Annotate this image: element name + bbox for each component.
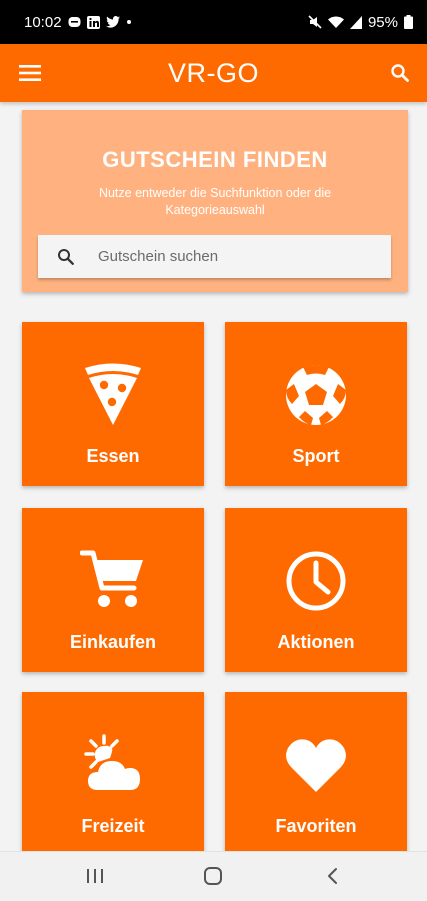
shopping-cart-icon [80, 550, 143, 607]
recent-apps-icon[interactable] [84, 866, 106, 886]
voucher-search-input[interactable] [96, 247, 370, 266]
message-icon [68, 17, 81, 27]
sun-cloud-icon [84, 734, 140, 790]
category-tile-essen[interactable]: Essen [22, 322, 204, 486]
category-tile-sport[interactable]: Sport [225, 322, 407, 486]
category-label: Aktionen [277, 632, 355, 652]
twitter-icon [105, 16, 120, 28]
battery-icon [404, 15, 413, 29]
soccer-ball-icon [286, 365, 346, 425]
pizza-icon [85, 363, 141, 425]
hero-title: GUTSCHEIN FINDEN [102, 147, 328, 172]
search-field-icon [58, 248, 74, 265]
category-label: Essen [86, 446, 140, 466]
heart-icon [286, 739, 346, 792]
voucher-search-field[interactable] [38, 235, 391, 278]
status-bar: 10:02 95% [0, 0, 427, 44]
back-icon[interactable] [322, 866, 344, 886]
wifi-icon [327, 16, 344, 28]
status-right: 95% [308, 14, 413, 31]
category-tile-einkaufen[interactable]: Einkaufen [22, 508, 204, 672]
status-left: 10:02 [24, 14, 132, 31]
category-label: Freizeit [81, 816, 145, 836]
voucher-search-card: GUTSCHEIN FINDEN Nutze entweder die Such… [22, 110, 408, 292]
category-tile-favoriten[interactable]: Favoriten [225, 692, 407, 856]
system-navigation-bar [0, 851, 427, 901]
category-label: Favoriten [275, 816, 357, 836]
search-icon[interactable] [389, 62, 411, 84]
category-tile-freizeit[interactable]: Freizeit [22, 692, 204, 856]
category-label: Sport [292, 446, 340, 466]
category-label: Einkaufen [69, 632, 157, 652]
mute-icon [308, 15, 322, 29]
app-bar: VR-GO [0, 44, 427, 102]
home-icon[interactable] [202, 866, 224, 886]
category-tile-aktionen[interactable]: Aktionen [225, 508, 407, 672]
clock-icon [286, 551, 346, 611]
app-title: VR-GO [167, 57, 259, 88]
hamburger-menu-icon[interactable] [19, 63, 41, 83]
linkedin-icon [86, 15, 100, 29]
dot-icon [126, 20, 131, 24]
status-time: 10:02 [24, 13, 62, 31]
battery-percent: 95% [367, 13, 398, 31]
signal-icon [349, 15, 362, 29]
hero-subtitle: Nutze entweder die Suchfunktion oder die… [98, 186, 332, 217]
